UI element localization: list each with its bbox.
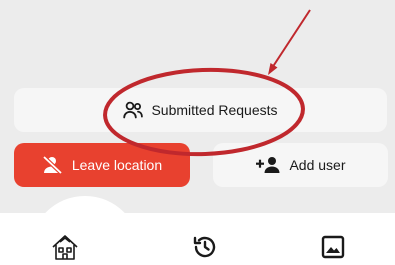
history-icon[interactable] — [190, 232, 220, 262]
submitted-requests-label: Submitted Requests — [151, 102, 278, 118]
add-user-button[interactable]: Add user — [213, 143, 388, 187]
leave-location-button[interactable]: Leave location — [14, 143, 190, 187]
add-user-label: Add user — [289, 157, 346, 173]
user-off-icon — [42, 156, 64, 174]
home-community-icon[interactable] — [50, 232, 80, 262]
gallery-icon[interactable] — [318, 232, 348, 262]
add-user-icon — [255, 156, 281, 174]
submitted-requests-button[interactable]: Submitted Requests — [14, 88, 387, 132]
users-icon — [123, 101, 144, 119]
leave-location-label: Leave location — [71, 157, 163, 173]
